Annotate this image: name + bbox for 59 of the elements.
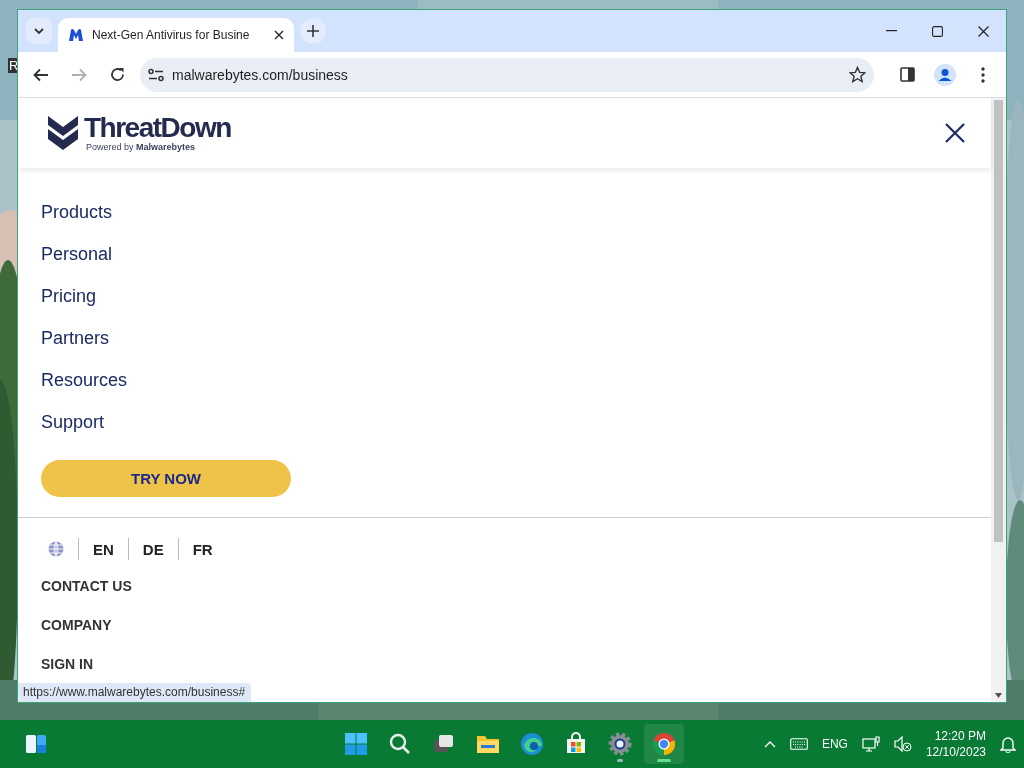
chevron-up-icon [763,740,776,748]
nav-link[interactable]: Products [41,200,113,224]
input-language[interactable]: ENG [821,737,848,751]
chevron-down-icon [34,26,44,36]
m-logo-icon [68,28,84,42]
close-icon [945,123,965,143]
new-tab-button[interactable] [300,18,326,44]
star-icon [849,66,866,83]
logo-tagline: Powered by Malwarebytes [86,142,197,152]
chevrons-icon [48,116,78,150]
minimize-icon [885,30,897,32]
footer-link[interactable]: COMPANY [41,617,112,633]
url-text: malwarebytes.com/business [172,66,349,83]
gear-icon [608,732,632,756]
language-link[interactable]: EN [93,540,114,558]
back-arrow-icon [33,67,49,82]
round-browser-icon [652,732,676,756]
clock[interactable]: 12:20 PM 12/10/2023 [925,728,986,760]
nav-link[interactable]: Pricing [41,284,97,308]
keyboard-icon [789,738,808,750]
bell-icon [1000,735,1016,753]
date-text: 12/10/2023 [925,744,986,760]
status-bubble: https://www.malwarebytes.com/business# [18,683,252,702]
language-link[interactable]: DE [142,540,164,558]
side-panel-icon [899,67,915,82]
forward-arrow-icon [71,67,87,82]
windows-logo-icon [344,732,368,756]
site-settings-icon [148,67,164,82]
taskbar-app-button[interactable] [644,724,684,764]
language-link[interactable]: FR [192,540,213,558]
try-now-button[interactable]: TRY NOW [41,460,291,497]
nav-link[interactable]: Support [41,410,105,434]
tab-title: Next-Gen Antivirus for Busine [92,28,251,42]
tab-search-button[interactable] [26,18,52,44]
address-bar[interactable]: malwarebytes.com/business [140,57,874,92]
monitor-network-icon [861,735,880,753]
scrollbar[interactable] [991,98,1006,702]
footer-link[interactable]: CONTACT US [41,578,132,594]
shopping-bag-icon [564,732,588,756]
nav-link[interactable]: Resources [41,368,128,392]
close-icon [274,30,284,40]
logo-wordmark: ThreatDown [84,114,231,142]
speaker-muted-icon [893,736,912,752]
browser-tab[interactable]: Next-Gen Antivirus for Busine [58,18,294,52]
plus-icon [307,25,319,37]
globe-icon [48,541,64,557]
nav-link[interactable]: Partners [41,326,110,350]
swirl-app-icon [520,732,544,756]
kebab-menu-icon [981,66,985,83]
reload-icon [109,67,125,82]
widgets-icon [25,733,47,755]
maximize-icon [931,25,943,37]
time-text: 12:20 PM [934,728,986,744]
person-icon [934,63,956,86]
nav-link[interactable]: Personal [41,242,113,266]
close-icon [977,25,989,37]
scroll-down-arrow-icon [995,693,1002,698]
search-icon [388,732,412,756]
footer-link[interactable]: SIGN IN [41,656,94,672]
